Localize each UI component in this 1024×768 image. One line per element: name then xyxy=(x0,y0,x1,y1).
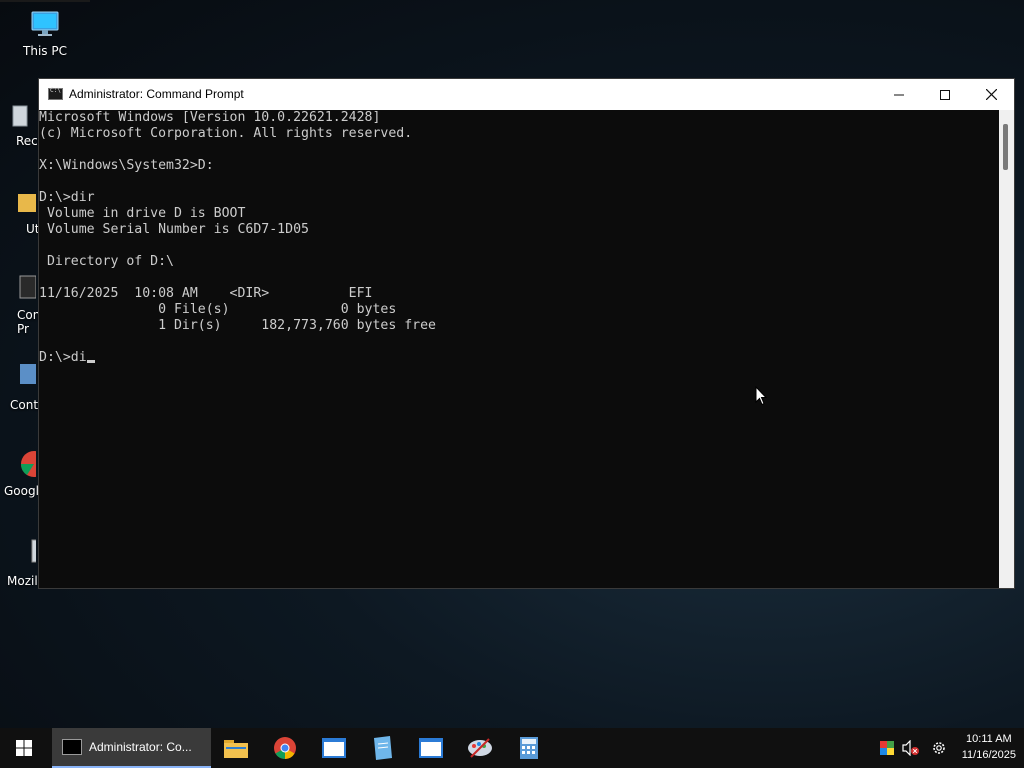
taskbar-pin-app-window-2[interactable] xyxy=(407,728,455,768)
desktop-icon-label: Recy xyxy=(16,134,45,148)
paint-icon xyxy=(468,738,492,758)
console-line: 1 Dir(s) 182,773,760 bytes free xyxy=(39,318,436,333)
vertical-scrollbar[interactable] xyxy=(999,110,1014,588)
desktop: This PC Recy Ut Con Pr Contr Googl Mozil… xyxy=(0,0,1024,728)
desktop-icon-recycle-bin[interactable]: Recy xyxy=(0,98,45,148)
monitor-icon xyxy=(31,11,59,36)
notepad-icon xyxy=(374,736,392,760)
taskbar-pin-chrome[interactable] xyxy=(261,728,309,768)
taskbar-clock[interactable]: 10:11 AM 11/16/2025 xyxy=(962,731,1016,763)
taskbar-pin-notepad[interactable] xyxy=(358,728,406,768)
taskbar-pin-paint[interactable] xyxy=(456,728,504,768)
console-output[interactable]: Microsoft Windows [Version 10.0.22621.24… xyxy=(39,110,999,588)
desktop-icon-label: Googl xyxy=(4,484,39,498)
app-window-icon xyxy=(322,738,346,758)
text-cursor xyxy=(86,360,95,363)
folder-icon xyxy=(18,194,36,212)
desktop-icon-utilities[interactable]: Ut xyxy=(0,186,40,236)
taskbar-item-command-prompt[interactable]: Administrator: Co... xyxy=(52,728,211,768)
desktop-icon-this-pc[interactable]: This PC xyxy=(0,8,90,58)
mozilla-icon xyxy=(31,539,36,563)
windows-logo-icon xyxy=(16,740,32,756)
console-current-input: D:\>di xyxy=(39,350,87,365)
console-line: Volume Serial Number is C6D7-1D05 xyxy=(39,222,309,237)
chrome-icon xyxy=(20,451,36,477)
console-line: 11/16/2025 10:08 AM <DIR> EFI xyxy=(39,286,373,301)
start-button[interactable] xyxy=(0,728,48,768)
app-window-icon xyxy=(419,738,443,758)
command-prompt-icon xyxy=(62,739,82,755)
console-line: X:\Windows\System32>D: xyxy=(39,158,214,173)
console-line: Volume in drive D is BOOT xyxy=(39,206,246,221)
console-input-line[interactable]: D:\>di xyxy=(39,350,999,366)
tray-color-icon[interactable] xyxy=(878,739,896,757)
command-prompt-icon xyxy=(19,275,36,299)
console-line: Directory of D:\ xyxy=(39,254,174,269)
maximize-icon xyxy=(940,89,950,100)
chrome-icon xyxy=(274,737,296,759)
gear-icon xyxy=(933,742,945,754)
desktop-edge xyxy=(0,0,90,2)
mouse-pointer-icon xyxy=(755,386,767,406)
command-prompt-icon xyxy=(48,87,63,100)
desktop-icon-label: Con Pr xyxy=(17,308,41,336)
taskbar-item-label: Administrator: Co... xyxy=(89,740,192,754)
calculator-icon xyxy=(520,737,538,759)
window-title: Administrator: Command Prompt xyxy=(69,87,244,101)
console-line: D:\>dir xyxy=(39,190,95,205)
taskbar-pin-app-window[interactable] xyxy=(310,728,358,768)
desktop-icon-google-chrome[interactable]: Googl xyxy=(0,448,40,498)
taskbar: Administrator: Co... 10:11 AM 11/16/2025 xyxy=(0,728,1024,768)
file-explorer-icon xyxy=(224,740,248,758)
console-line: 0 File(s) 0 bytes xyxy=(39,302,397,317)
desktop-icon-mozilla[interactable]: Mozill xyxy=(0,538,41,588)
minimize-button[interactable] xyxy=(876,79,922,110)
desktop-icon-control-panel[interactable]: Contr xyxy=(0,362,43,412)
clock-time: 10:11 AM xyxy=(966,733,1012,745)
recycle-bin-icon xyxy=(12,105,28,127)
desktop-icon-label: This PC xyxy=(23,44,67,58)
minimize-icon xyxy=(894,94,904,95)
desktop-icon-label: Contr xyxy=(10,398,43,412)
control-panel-icon xyxy=(20,364,36,384)
taskbar-pin-calculator[interactable] xyxy=(505,728,553,768)
taskbar-pin-file-explorer[interactable] xyxy=(212,728,260,768)
color-management-icon xyxy=(880,741,894,755)
window-titlebar[interactable]: Administrator: Command Prompt xyxy=(39,79,1014,110)
desktop-icon-label: Mozill xyxy=(7,574,41,588)
close-icon xyxy=(985,89,997,100)
volume-muted-icon xyxy=(902,740,919,756)
desktop-icon-label: Ut xyxy=(26,222,40,236)
tray-volume-button[interactable] xyxy=(902,739,920,757)
close-button[interactable] xyxy=(968,79,1014,110)
desktop-icon-command-prompt[interactable]: Con Pr xyxy=(0,272,40,336)
maximize-button[interactable] xyxy=(922,79,968,110)
console-line: Microsoft Windows [Version 10.0.22621.24… xyxy=(39,110,381,125)
command-prompt-window[interactable]: Administrator: Command Prompt Microsoft … xyxy=(38,78,1015,589)
scrollbar-thumb[interactable] xyxy=(1003,124,1008,170)
clock-date: 11/16/2025 xyxy=(961,749,1016,761)
console-line: (c) Microsoft Corporation. All rights re… xyxy=(39,126,413,141)
tray-settings-button[interactable] xyxy=(930,739,948,757)
